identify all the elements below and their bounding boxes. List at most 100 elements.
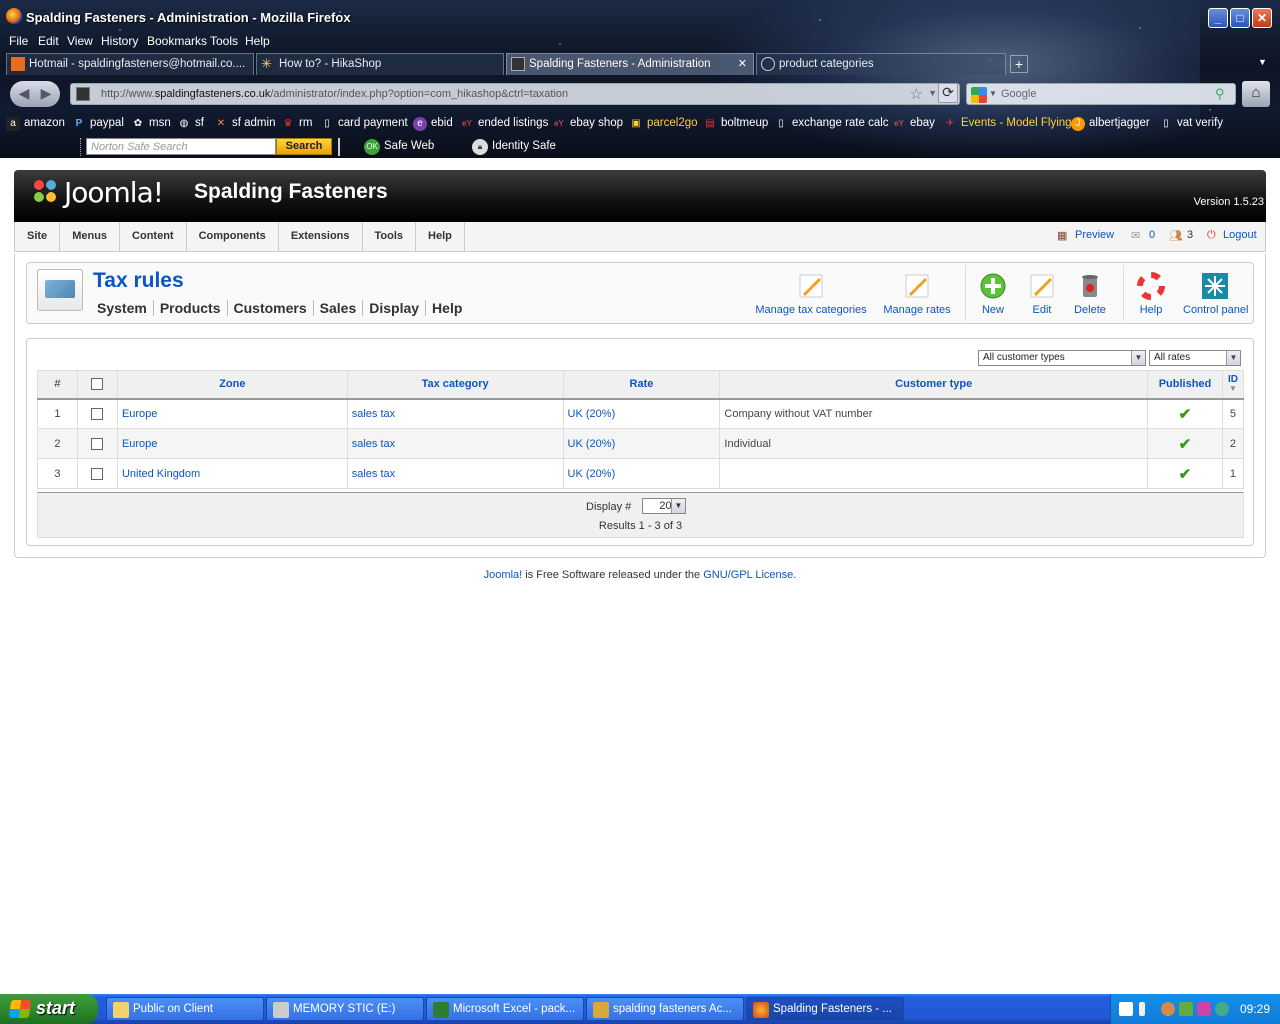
- search-icon[interactable]: ⚲: [1215, 86, 1231, 102]
- safe-web-button[interactable]: OK Safe Web: [364, 139, 434, 155]
- task-public-on-client[interactable]: Public on Client: [106, 997, 264, 1021]
- menu-bookmarks[interactable]: Bookmarks: [147, 34, 207, 48]
- bookmark-sf[interactable]: ◍ sf: [177, 117, 204, 129]
- messages-count[interactable]: 0: [1149, 229, 1155, 241]
- admin-menu-menus[interactable]: Menus: [60, 222, 121, 251]
- identity-safe-button[interactable]: 🔒︎ Identity Safe: [472, 139, 556, 155]
- rate-link[interactable]: UK (20%): [568, 438, 616, 450]
- maximize-button[interactable]: □: [1230, 8, 1250, 28]
- tax-category-link[interactable]: sales tax: [352, 468, 395, 480]
- col-tax-category[interactable]: Tax category: [346, 370, 564, 400]
- row-checkbox[interactable]: [91, 437, 104, 450]
- tab-hotmail[interactable]: Hotmail - spaldingfasteners@hotmail.co..…: [6, 53, 254, 75]
- submenu-system[interactable]: System: [97, 300, 154, 316]
- page-scrollbar[interactable]: [1268, 158, 1280, 994]
- rate-link[interactable]: UK (20%): [568, 468, 616, 480]
- col-zone[interactable]: Zone: [116, 370, 348, 400]
- col-rate[interactable]: Rate: [562, 370, 721, 400]
- close-window-button[interactable]: ✕: [1252, 8, 1272, 28]
- col-customer-type[interactable]: Customer type: [719, 370, 1148, 400]
- published-check-icon[interactable]: ✔: [1179, 406, 1192, 423]
- task-firefox-administration[interactable]: Spalding Fasteners - ...: [746, 997, 904, 1021]
- submenu-display[interactable]: Display: [363, 300, 427, 316]
- norton-search-button[interactable]: Search: [276, 138, 332, 155]
- bookmark-ebid[interactable]: e ebid: [413, 117, 453, 131]
- url-dropdown-icon[interactable]: ▼: [928, 88, 937, 98]
- url-bar[interactable]: http://www.spaldingfasteners.co.uk/admin…: [70, 83, 960, 105]
- task-excel[interactable]: Microsoft Excel - pack...: [426, 997, 584, 1021]
- bookmark-sf-admin[interactable]: ✕ sf admin: [214, 117, 276, 129]
- bookmark-ebay[interactable]: eY ebay: [892, 117, 935, 129]
- joomla-link[interactable]: Joomla!: [484, 569, 523, 581]
- select-all-checkbox[interactable]: [91, 378, 104, 391]
- network-tray-icon[interactable]: [1179, 1002, 1193, 1016]
- submenu-customers[interactable]: Customers: [228, 300, 314, 316]
- menu-view[interactable]: View: [67, 34, 93, 48]
- customer-type-filter[interactable]: All customer types ▼: [978, 350, 1146, 366]
- minimize-button[interactable]: _: [1208, 8, 1228, 28]
- bookmark-card-payment[interactable]: ▯ card payment: [320, 117, 407, 129]
- tab-list-icon[interactable]: ▼: [1258, 57, 1267, 67]
- search-bar[interactable]: ▼ Google ⚲: [966, 83, 1236, 105]
- tax-category-link[interactable]: sales tax: [352, 408, 395, 420]
- task-spalding-fasteners-access[interactable]: spalding fasteners Ac...: [586, 997, 744, 1021]
- col-id[interactable]: ID ▼: [1221, 370, 1245, 400]
- bookmark-parcel2go[interactable]: ▣ parcel2go: [629, 117, 697, 129]
- bookmark-msn[interactable]: ✿ msn: [131, 117, 171, 129]
- back-icon[interactable]: ◀: [14, 85, 34, 103]
- bookmark-paypal[interactable]: Ppaypal: [72, 117, 124, 129]
- volume-tray-icon[interactable]: [1139, 1002, 1145, 1016]
- norton-search-input[interactable]: Norton Safe Search: [86, 138, 276, 155]
- menu-tools[interactable]: Tools: [210, 34, 238, 48]
- manage-tax-categories-button[interactable]: Manage tax categories: [755, 271, 867, 316]
- bookmark-amazon[interactable]: a amazon: [6, 117, 65, 131]
- bookmark-ended-listings[interactable]: eY ended listings: [460, 117, 548, 129]
- tab-administration[interactable]: Spalding Fasteners - Administration ✕: [506, 53, 754, 75]
- menu-file[interactable]: File: [9, 34, 28, 48]
- admin-menu-help[interactable]: Help: [416, 222, 465, 251]
- preview-link[interactable]: Preview: [1075, 229, 1114, 241]
- bookmark-albertjagger[interactable]: Jalbertjagger: [1071, 117, 1150, 131]
- zone-link[interactable]: Europe: [122, 408, 157, 420]
- zone-link[interactable]: United Kingdom: [122, 468, 200, 480]
- gpl-license-link[interactable]: GNU/GPL License: [703, 569, 793, 581]
- menu-help[interactable]: Help: [245, 34, 270, 48]
- tax-category-link[interactable]: sales tax: [352, 438, 395, 450]
- task-memory-stick[interactable]: MEMORY STIC (E:): [266, 997, 424, 1021]
- bookmark-star-icon[interactable]: ☆: [910, 85, 923, 103]
- admin-menu-tools[interactable]: Tools: [363, 222, 417, 251]
- zone-link[interactable]: Europe: [122, 438, 157, 450]
- admin-menu-site[interactable]: Site: [15, 222, 61, 251]
- menu-edit[interactable]: Edit: [38, 34, 59, 48]
- manage-rates-button[interactable]: Manage rates: [881, 271, 953, 316]
- menu-history[interactable]: History: [101, 34, 138, 48]
- bookmark-exchange-rate-calc[interactable]: ▯ exchange rate calc: [774, 117, 888, 129]
- rate-link[interactable]: UK (20%): [568, 408, 616, 420]
- row-checkbox[interactable]: [91, 467, 104, 480]
- app-tray-icon[interactable]: [1197, 1002, 1211, 1016]
- tab-product-categories[interactable]: product categories: [756, 53, 1006, 75]
- help-tray-icon[interactable]: [1119, 1002, 1133, 1016]
- bookmark-events-model-flying[interactable]: ✈ Events - Model Flying: [943, 117, 1072, 129]
- reload-button[interactable]: ⟳: [938, 83, 958, 103]
- bookmark-vat-verify[interactable]: ▯ vat verify: [1159, 117, 1223, 129]
- col-published[interactable]: Published: [1146, 370, 1223, 400]
- search-engine-dropdown-icon[interactable]: ▼: [989, 89, 997, 98]
- submenu-help[interactable]: Help: [426, 300, 468, 316]
- delete-button[interactable]: Delete: [1073, 271, 1107, 316]
- bookmark-rm[interactable]: ♛ rm: [281, 117, 313, 129]
- admin-menu-extensions[interactable]: Extensions: [279, 222, 363, 251]
- bookmark-boltmeup[interactable]: ▤ boltmeup: [703, 117, 768, 129]
- rate-filter[interactable]: All rates ▼: [1149, 350, 1241, 366]
- display-count-select[interactable]: 20 ▼: [642, 498, 686, 514]
- new-tab-button[interactable]: +: [1010, 55, 1028, 73]
- control-panel-button[interactable]: Control panel: [1183, 271, 1248, 316]
- row-checkbox[interactable]: [91, 407, 104, 420]
- bookmark-ebay-shop[interactable]: eY ebay shop: [552, 117, 623, 129]
- admin-menu-components[interactable]: Components: [187, 222, 279, 251]
- admin-menu-content[interactable]: Content: [120, 222, 187, 251]
- logout-link[interactable]: Logout: [1223, 229, 1257, 241]
- tab-hikashop[interactable]: ✳ How to? - HikaShop: [256, 53, 504, 75]
- forward-icon[interactable]: ▶: [36, 85, 56, 103]
- start-button[interactable]: start: [0, 994, 98, 1024]
